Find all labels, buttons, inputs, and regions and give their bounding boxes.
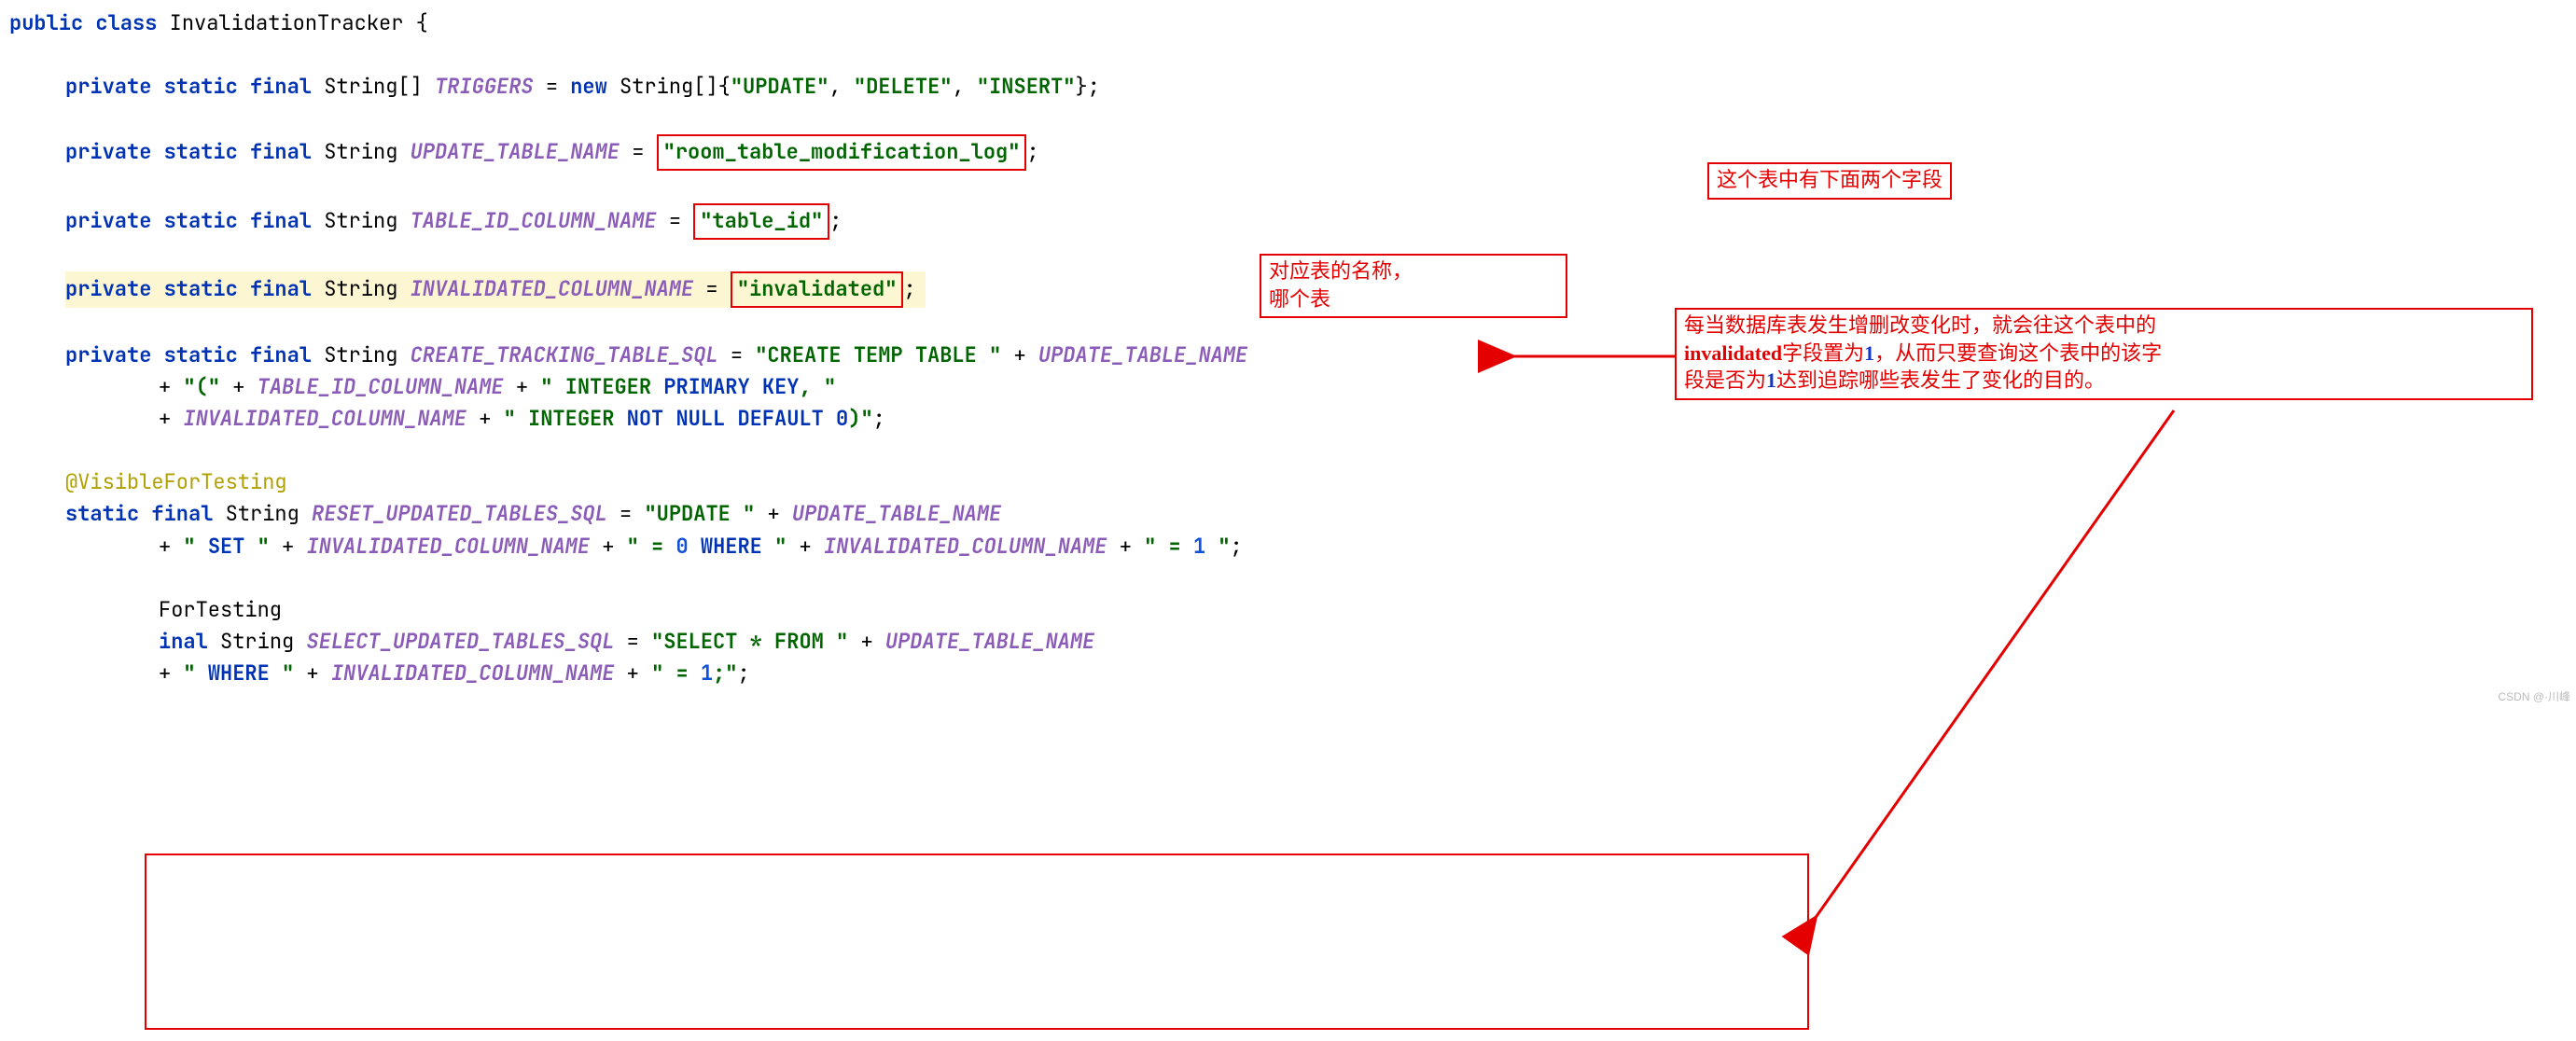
- keyword-class: class: [95, 9, 157, 36]
- class-name: InvalidationTracker: [170, 9, 404, 36]
- watermark: CSDN @·川峰: [2498, 688, 2570, 706]
- code-line-14: + " WHERE " + INVALIDATED_COLUMN_NAME + …: [9, 658, 2567, 689]
- callout-invalidated-explanation: 每当数据库表发生增删改变化时，就会往这个表中的 invalidated字段置为1…: [1675, 308, 2533, 400]
- code-line-9: @VisibleForTesting: [9, 466, 2567, 498]
- box-select-updated: [145, 854, 1809, 1030]
- callout-table-name: 对应表的名称， 哪个表: [1260, 254, 1567, 318]
- boxed-invalidated: "invalidated": [737, 275, 898, 302]
- code-line-10: static final String RESET_UPDATED_TABLES…: [9, 498, 2567, 530]
- boxed-update-table-name: "room_table_modification_log": [663, 138, 1021, 165]
- code-line-3: private static final String UPDATE_TABLE…: [9, 134, 2567, 171]
- code-line-11: + " SET " + INVALIDATED_COLUMN_NAME + " …: [9, 531, 2567, 562]
- code-line-2: private static final String[] TRIGGERS =…: [9, 71, 2567, 103]
- callout-table-two-fields: 这个表中有下面两个字段: [1707, 162, 1952, 200]
- boxed-table-id: "table_id": [700, 207, 823, 234]
- code-line-4: private static final String TABLE_ID_COL…: [9, 203, 2567, 240]
- keyword-public: public: [9, 9, 83, 36]
- annotation: @VisibleForTesting: [65, 468, 287, 495]
- code-line-1: public class InvalidationTracker {: [9, 7, 2567, 39]
- code-line-13: inal String SELECT_UPDATED_TABLES_SQL = …: [9, 626, 2567, 658]
- code-line-8: + INVALIDATED_COLUMN_NAME + " INTEGER NO…: [9, 403, 2567, 435]
- code-line-12: ForTesting: [9, 594, 2567, 626]
